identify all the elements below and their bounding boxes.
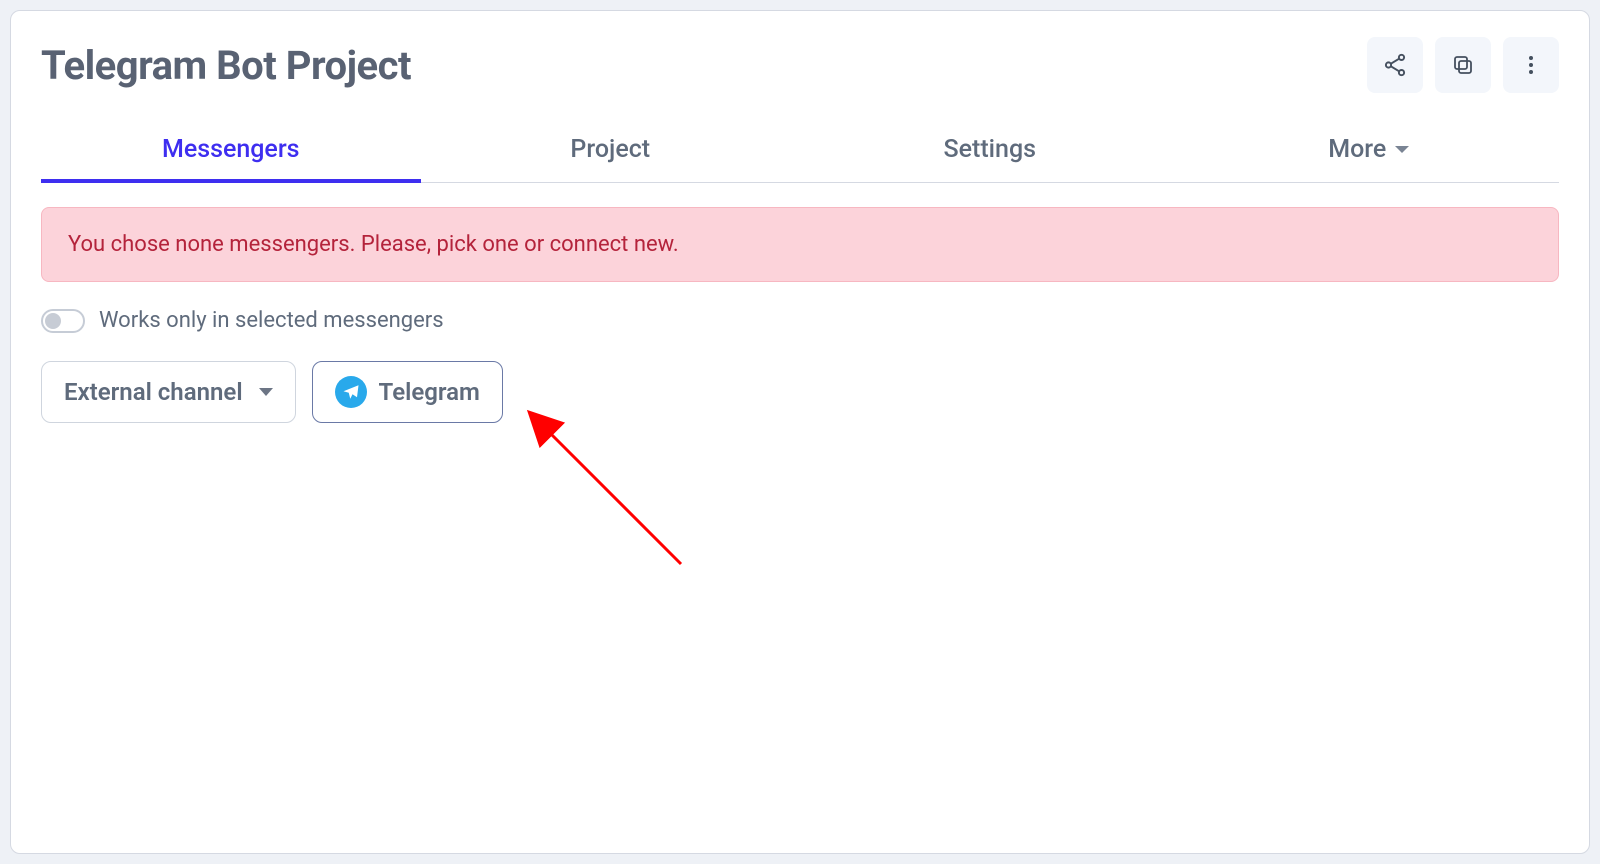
telegram-icon [335, 376, 367, 408]
tab-label: Messengers [162, 135, 300, 164]
alert-banner: You chose none messengers. Please, pick … [41, 207, 1559, 282]
toggle-knob [45, 313, 61, 329]
more-actions-button[interactable] [1503, 37, 1559, 93]
selected-messengers-row: Works only in selected messengers [41, 308, 1559, 333]
copy-icon [1451, 53, 1475, 77]
tab-settings[interactable]: Settings [800, 121, 1180, 182]
selected-messengers-toggle[interactable] [41, 309, 85, 333]
tab-label: More [1328, 135, 1386, 164]
project-panel: Telegram Bot Project [10, 10, 1590, 854]
tab-label: Project [570, 135, 650, 164]
tab-label: Settings [943, 135, 1036, 164]
selected-messengers-label: Works only in selected messengers [99, 308, 444, 333]
chevron-down-icon [1394, 139, 1410, 160]
annotation-arrow [526, 409, 706, 589]
tab-project[interactable]: Project [421, 121, 801, 182]
telegram-label: Telegram [379, 378, 480, 406]
page-title: Telegram Bot Project [41, 42, 411, 89]
tab-more[interactable]: More [1180, 121, 1560, 182]
telegram-channel-button[interactable]: Telegram [312, 361, 503, 423]
header-actions [1367, 37, 1559, 93]
share-button[interactable] [1367, 37, 1423, 93]
copy-button[interactable] [1435, 37, 1491, 93]
kebab-icon [1519, 53, 1543, 77]
tabs: Messengers Project Settings More [41, 121, 1559, 183]
tab-messengers[interactable]: Messengers [41, 121, 421, 182]
external-channel-label: External channel [64, 378, 243, 406]
channel-buttons: External channel Telegram [41, 361, 1559, 423]
caret-down-icon [259, 388, 273, 396]
external-channel-dropdown[interactable]: External channel [41, 361, 296, 423]
share-icon [1382, 52, 1408, 78]
alert-message: You chose none messengers. Please, pick … [68, 232, 1532, 257]
header: Telegram Bot Project [41, 37, 1559, 93]
